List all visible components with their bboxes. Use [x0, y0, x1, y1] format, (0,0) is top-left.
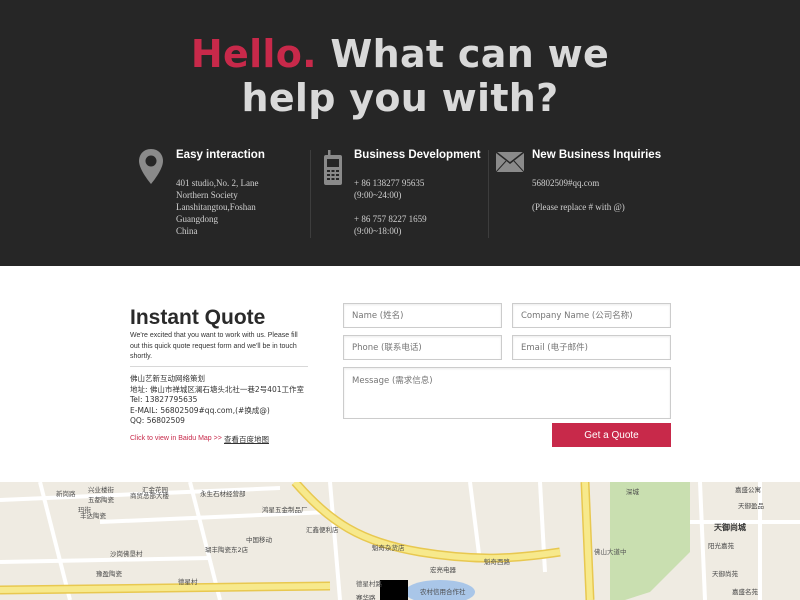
map-label: 德星村	[178, 578, 198, 586]
contact-line: Lanshitangtou,Foshan	[176, 202, 256, 212]
contact-line: Guangdong	[176, 214, 218, 224]
hero-title-accent: Hello.	[190, 32, 317, 76]
address-line: 地址: 佛山市禅城区澜石塘头北社一巷2号401工作室	[130, 384, 304, 394]
map-label: 丰达陶瓷	[80, 512, 106, 520]
contact-line: Northern Society	[176, 190, 238, 200]
map-label: 嘉盛公寓	[735, 486, 761, 494]
company-address: 佛山艺新互动网络策划 地址: 佛山市禅城区澜石塘头北社一巷2号401工作室 Te…	[130, 374, 304, 427]
map-roads	[0, 482, 800, 600]
contact-line: China	[176, 226, 198, 236]
contact-line: 401 studio,No. 2, Lane	[176, 178, 259, 188]
baidu-map-link[interactable]: Click to view in Baidu Map >>	[130, 435, 222, 442]
map-label: 瑚丰陶瓷东2店	[205, 546, 249, 554]
contact-title: Business Development	[354, 149, 481, 161]
baidu-map-link-cn[interactable]: 查看百度地图	[224, 434, 269, 445]
map-label: 魁奇杂货店	[372, 544, 405, 552]
hero-title-rest: What can we	[316, 32, 610, 76]
map-label: 天御尚城	[714, 523, 746, 532]
contact-line: + 86 757 8227 1659	[354, 214, 427, 224]
address-line: Tel: 13827795635	[130, 395, 198, 404]
baidu-map[interactable]: 新岗路 兴业楼街 五都陶瓷 玛街 丰达陶瓷 商贸总部大楼 汇金花园 永生石材经营…	[0, 482, 800, 600]
contact-line	[532, 189, 625, 201]
map-label: 中国移动	[246, 536, 272, 544]
contact-line: (9:00~18:00)	[354, 226, 402, 236]
contact-column-phone: Business Development + 86 138277 95635 (…	[320, 148, 485, 248]
map-label: 天御尚苑	[712, 570, 738, 578]
message-textarea[interactable]	[343, 367, 671, 419]
map-label: 佛山大道中	[594, 548, 627, 556]
hero-title-line-2: help you with?	[241, 76, 559, 120]
quote-intro: We're excited that you want to work with…	[130, 332, 298, 360]
column-divider	[488, 150, 489, 238]
contact-line: (Please replace # with @)	[532, 202, 625, 212]
map-label: 深城	[626, 488, 639, 496]
get-quote-button[interactable]: Get a Quote	[552, 423, 671, 447]
envelope-icon	[496, 152, 524, 172]
map-label: 农村信用合作社	[420, 588, 466, 596]
map-label: 沙岗佛垦村	[110, 550, 143, 558]
map-label: 赛华路	[356, 594, 376, 600]
map-label: 永生石材经营部	[200, 490, 246, 498]
contact-title: Easy interaction	[176, 149, 265, 161]
column-divider	[310, 150, 311, 238]
map-label: 魁奇西路	[484, 558, 510, 566]
name-input[interactable]	[343, 303, 502, 328]
contact-hero: Hello. What can we help you with? Easy i…	[0, 0, 800, 266]
contact-column-address: Easy interaction 401 studio,No. 2, Lane …	[138, 148, 308, 248]
map-label: 阳光嘉苑	[708, 542, 734, 550]
map-label: 德星村路	[356, 580, 382, 588]
contact-lines: 401 studio,No. 2, Lane Northern Society …	[176, 177, 259, 237]
company-name-input[interactable]	[512, 303, 671, 328]
map-label: 五都陶瓷	[88, 496, 114, 504]
quote-title: Instant Quote	[130, 306, 266, 329]
contact-line	[354, 201, 427, 213]
address-line: QQ: 56802509	[130, 416, 185, 425]
map-label: 汇鑫便利店	[306, 526, 339, 534]
email-input[interactable]	[512, 335, 671, 360]
divider	[130, 366, 308, 367]
map-label: 天御盈品	[738, 502, 764, 510]
map-pin-icon	[139, 149, 163, 184]
contact-line: 56802509#qq.com	[532, 178, 600, 188]
contact-line: (9:00~24:00)	[354, 190, 402, 200]
map-label: 汇金花园	[142, 486, 168, 494]
contact-lines: 56802509#qq.com (Please replace # with @…	[532, 177, 625, 213]
address-line: 佛山艺新互动网络策划	[130, 374, 205, 383]
map-label: 兴业楼街	[88, 486, 114, 494]
quote-section: Instant Quote We're excited that you wan…	[0, 266, 800, 482]
mobile-phone-icon	[324, 150, 342, 185]
map-label: 鸿星五金制品厂	[262, 506, 308, 514]
phone-input[interactable]	[343, 335, 502, 360]
contact-column-email: New Business Inquiries 56802509#qq.com (…	[496, 148, 666, 248]
contact-title: New Business Inquiries	[532, 149, 662, 161]
map-label: 新岗路	[56, 490, 76, 498]
map-label: 豫盈陶瓷	[96, 570, 122, 578]
map-label: 宏亮电器	[430, 566, 456, 574]
contact-line: + 86 138277 95635	[354, 178, 425, 188]
hero-title: Hello. What can we help you with?	[0, 32, 800, 120]
map-label: 嘉盛名苑	[732, 588, 758, 596]
contact-lines: + 86 138277 95635 (9:00~24:00) + 86 757 …	[354, 177, 427, 237]
address-line: E-MAIL: 56802509#qq.com,(#换成@)	[130, 405, 270, 415]
